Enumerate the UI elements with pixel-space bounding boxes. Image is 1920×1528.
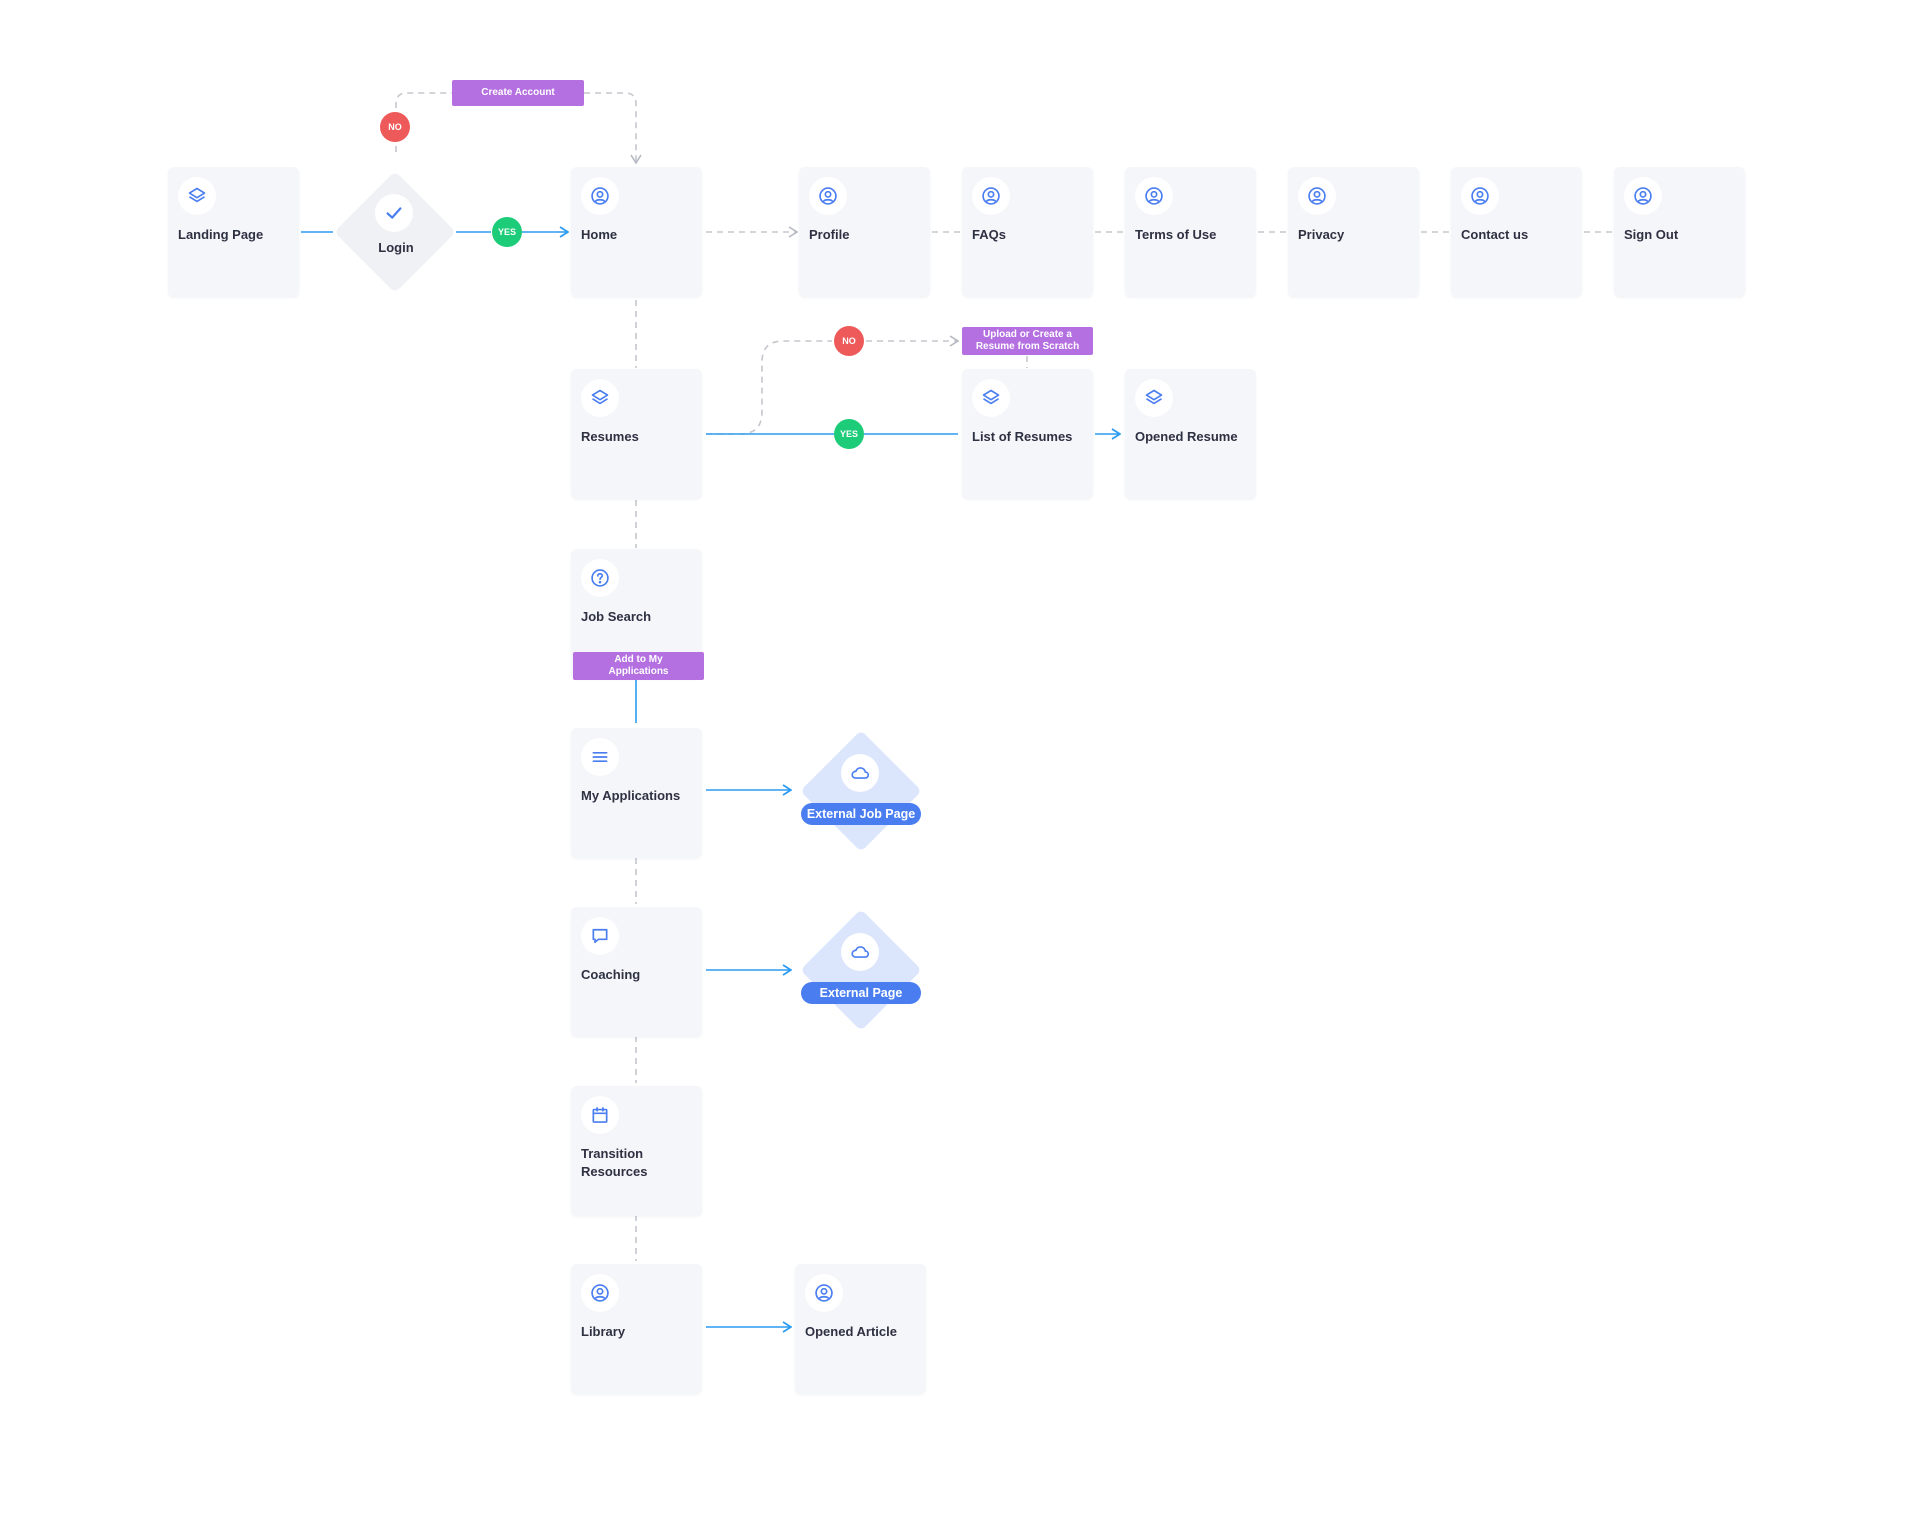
add-to-applications-tag: Add to My Applications (573, 652, 704, 680)
node-my-applications[interactable]: My Applications (571, 728, 702, 858)
node-label: Transition Resources (581, 1146, 648, 1179)
create-account-path-2 (584, 92, 636, 163)
external-job-page-label: External Job Page (801, 803, 921, 825)
node-resumes[interactable]: Resumes (571, 369, 702, 499)
node-transition-resources[interactable]: Transition Resources (571, 1086, 702, 1216)
node-label: Opened Article (805, 1324, 897, 1339)
no-badge: NO (834, 326, 864, 356)
node-label: Contact us (1461, 227, 1529, 242)
node-library[interactable]: Library (571, 1264, 702, 1394)
node-label: Landing Page (178, 227, 264, 242)
node-label: Opened Resume (1135, 429, 1238, 444)
node-contact-us[interactable]: Contact us (1451, 167, 1582, 297)
no-badge: NO (380, 112, 410, 142)
calendar-icon (581, 1096, 619, 1134)
node-label: Sign Out (1624, 227, 1679, 242)
yes-badge: YES (492, 217, 522, 247)
node-label-login: Login (378, 240, 414, 255)
node-label: My Applications (581, 788, 681, 803)
node-label: Privacy (1298, 227, 1345, 242)
node-list-of-resumes[interactable]: List of Resumes (962, 369, 1093, 499)
node-label: Job Search (581, 609, 652, 624)
user-circle-icon (1624, 177, 1662, 215)
chat-icon (581, 917, 619, 955)
node-label: FAQs (972, 227, 1006, 242)
node-privacy[interactable]: Privacy (1288, 167, 1419, 297)
external-page-label: External Page (801, 982, 921, 1004)
layers-icon (972, 379, 1010, 417)
cloud-icon (841, 933, 879, 971)
resumes-no-path (706, 340, 832, 435)
node-label: Home (581, 227, 618, 242)
node-label: Coaching (581, 967, 641, 982)
user-circle-icon (1298, 177, 1336, 215)
create-account-tag: Create Account (452, 80, 584, 106)
user-circle-icon (809, 177, 847, 215)
user-circle-icon (972, 177, 1010, 215)
question-circle-icon (581, 559, 619, 597)
user-circle-icon (581, 177, 619, 215)
cloud-icon (841, 754, 879, 792)
user-circle-icon (1461, 177, 1499, 215)
node-profile[interactable]: Profile (799, 167, 930, 297)
node-label: Profile (809, 227, 850, 242)
check-icon (375, 194, 413, 232)
upload-resume-tag: Upload or Create a Resume from Scratch (962, 327, 1093, 355)
node-label: List of Resumes (972, 429, 1073, 444)
node-home[interactable]: Home (571, 167, 702, 297)
layers-icon (581, 379, 619, 417)
user-circle-icon (1135, 177, 1173, 215)
node-landing-page[interactable]: Landing Page (168, 167, 299, 297)
node-label: Terms of Use (1135, 227, 1217, 242)
node-label: Library (581, 1324, 626, 1339)
node-faqs[interactable]: FAQs (962, 167, 1093, 297)
yes-badge: YES (834, 419, 864, 449)
layers-icon (178, 177, 216, 215)
user-circle-icon (805, 1274, 843, 1312)
user-circle-icon (581, 1274, 619, 1312)
node-coaching[interactable]: Coaching (571, 907, 702, 1037)
node-opened-article[interactable]: Opened Article (795, 1264, 926, 1394)
layers-icon (1135, 379, 1173, 417)
node-sign-out[interactable]: Sign Out (1614, 167, 1745, 297)
node-terms-of-use[interactable]: Terms of Use (1125, 167, 1256, 297)
node-label: Resumes (581, 429, 639, 444)
menu-icon (581, 738, 619, 776)
node-opened-resume[interactable]: Opened Resume (1125, 369, 1256, 499)
